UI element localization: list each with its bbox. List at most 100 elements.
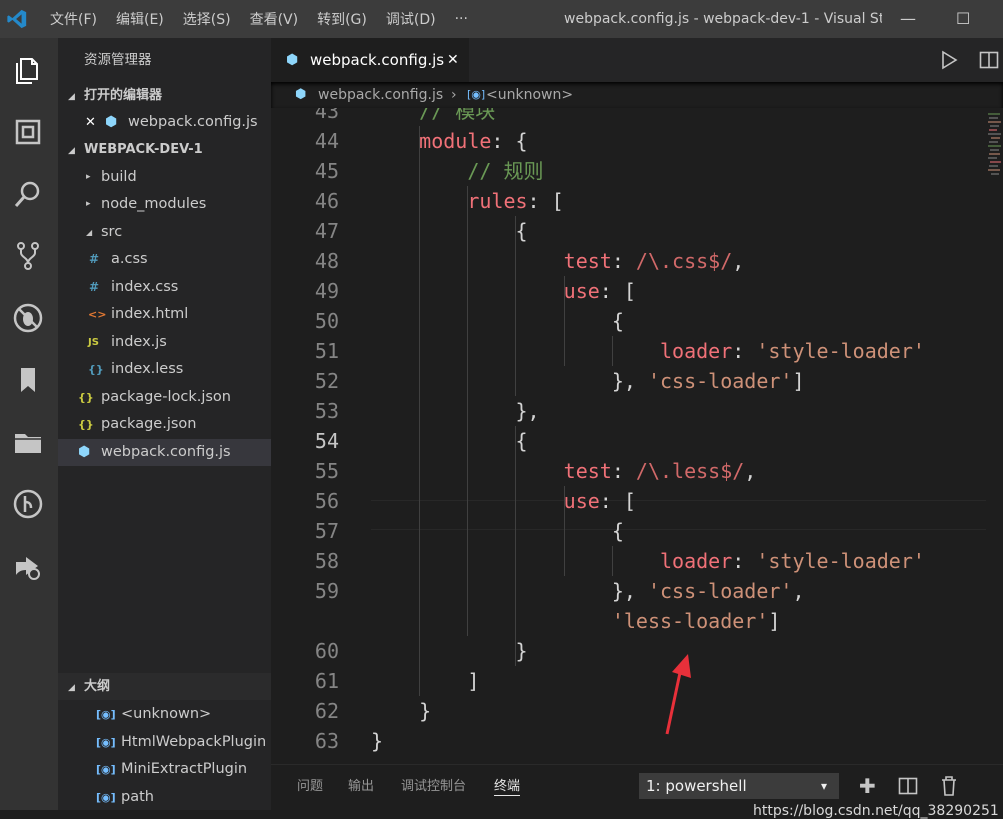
code-line[interactable]: 52 }, 'css-loader'] (271, 366, 986, 396)
chevron-down-icon: ▾ (821, 779, 828, 793)
code-text: ] (371, 669, 480, 693)
code-line[interactable]: 46 rules: [ (271, 186, 986, 216)
tree-item-node-modules[interactable]: ▸ node_modules (58, 191, 271, 218)
search-button[interactable] (8, 174, 48, 214)
code-line[interactable]: 45 // 规则 (271, 156, 986, 186)
menu-selection[interactable]: 选择(S) (183, 9, 231, 29)
code-text: test: /\.less$/, (563, 459, 757, 483)
code-line[interactable]: 54 { (271, 426, 986, 456)
menu-debug[interactable]: 调试(D) (386, 9, 436, 29)
tree-item-index-css[interactable]: # index.css (58, 274, 271, 301)
breadcrumb-file[interactable]: webpack.config.js (318, 82, 443, 108)
tree-item-label: index.html (111, 306, 189, 322)
code-line[interactable]: 55 test: /\.less$/, (271, 456, 986, 486)
code-line[interactable]: 47 { (271, 216, 986, 246)
line-number: 62 (314, 699, 339, 723)
line-number: 51 (314, 339, 339, 363)
close-icon[interactable]: ✕ (85, 109, 96, 136)
explorer-button[interactable] (8, 50, 48, 90)
json-file-icon: {} (78, 418, 94, 431)
code-line[interactable]: 53 }, (271, 396, 986, 426)
tree-item-build[interactable]: ▸ build (58, 164, 271, 191)
maximize-button[interactable]: ☐ (956, 0, 970, 38)
tree-item-package-json[interactable]: {} package.json (58, 411, 271, 438)
outline-item[interactable]: [◉] <unknown> (58, 701, 271, 728)
extensions-button[interactable] (8, 112, 48, 152)
explorer-sidebar: 资源管理器 ◢ 打开的编辑器 ✕ ⬢ webpack.config.js ◢ WEB… (58, 38, 271, 810)
code-line[interactable]: 57 { (271, 516, 986, 546)
line-number: 50 (314, 309, 339, 333)
vscode-logo-icon (7, 9, 27, 29)
split-editor-icon[interactable] (979, 50, 999, 70)
outline-item[interactable]: [◉] HtmlWebpackPlugin (58, 729, 271, 756)
code-line[interactable]: 50 { (271, 306, 986, 336)
tab-debug-console[interactable]: 调试控制台 (401, 765, 466, 809)
line-number: 55 (314, 459, 339, 483)
code-line[interactable]: 44 module: { (271, 126, 986, 156)
outline-header[interactable]: ◢ 大纲 (58, 673, 271, 700)
debug-button[interactable] (8, 298, 48, 338)
outline-item[interactable]: [◉] MiniExtractPlugin (58, 756, 271, 783)
project-header[interactable]: ◢ WEBPACK-DEV-1 (58, 136, 271, 163)
extensions-icon (15, 119, 41, 145)
line-number: 47 (314, 219, 339, 243)
code-line[interactable]: 48 test: /\.css$/, (271, 246, 986, 276)
menu-file[interactable]: 文件(F) (50, 9, 97, 29)
code-line[interactable]: 63} (271, 726, 986, 756)
close-icon[interactable]: ✕ (447, 38, 459, 82)
open-editors-header[interactable]: ◢ 打开的编辑器 (58, 82, 271, 109)
add-terminal-icon[interactable]: ✚ (859, 775, 881, 797)
code-line[interactable]: 'less-loader'] (271, 606, 986, 636)
tree-item-package-lock-json[interactable]: {} package-lock.json (58, 384, 271, 411)
indent-guide (419, 126, 421, 696)
bookmarks-button[interactable] (8, 360, 48, 400)
tree-item-label: package.json (101, 416, 197, 432)
code-line[interactable]: 56 use: [ (271, 486, 986, 516)
minimize-button[interactable]: — (900, 0, 916, 38)
source-control-button[interactable] (8, 236, 48, 276)
js-file-icon: JS (88, 337, 99, 348)
trash-icon[interactable] (939, 775, 959, 797)
outline-label: 大纲 (84, 679, 111, 694)
tree-item-index-js[interactable]: JS index.js (58, 329, 271, 356)
tree-item-label: index.js (111, 334, 167, 350)
line-number: 58 (314, 549, 339, 573)
menu-edit[interactable]: 编辑(E) (116, 9, 164, 29)
split-terminal-icon[interactable] (898, 776, 918, 796)
live-share-button[interactable] (8, 546, 48, 586)
code-line[interactable]: 59 }, 'css-loader', (271, 576, 986, 606)
tab-webpack-config[interactable]: ⬢ webpack.config.js ✕ (271, 38, 469, 82)
tree-item-src[interactable]: ◢ src (58, 219, 271, 246)
tab-output[interactable]: 输出 (348, 765, 374, 809)
code-line[interactable]: 58 loader: 'style-loader' (271, 546, 986, 576)
code-line[interactable]: 43 // 模块 (271, 108, 986, 126)
tab-problems[interactable]: 问题 (297, 765, 323, 809)
line-number: 44 (314, 129, 339, 153)
variable-symbol-icon: [◉] (96, 763, 116, 776)
tree-item-index-html[interactable]: <> index.html (58, 301, 271, 328)
menu-view[interactable]: 查看(V) (250, 9, 299, 29)
git-history-button[interactable] (8, 484, 48, 524)
tab-terminal[interactable]: 终端 (494, 765, 521, 796)
code-line[interactable]: 62 } (271, 696, 986, 726)
tree-item-a-css[interactable]: # a.css (58, 246, 271, 273)
code-line[interactable]: 61 ] (271, 666, 986, 696)
menu-go[interactable]: 转到(G) (317, 9, 367, 29)
run-icon[interactable] (939, 50, 959, 70)
code-editor[interactable]: 43 // 模块 44 module: {45 // 规则 46 rules: [4… (271, 108, 986, 802)
code-line[interactable]: 60 } (271, 636, 986, 666)
code-text: { (371, 519, 624, 543)
code-line[interactable]: 51 loader: 'style-loader' (271, 336, 986, 366)
open-editor-item[interactable]: ✕ ⬢ webpack.config.js (58, 109, 271, 136)
outline-item[interactable]: [◉] path (58, 784, 271, 811)
project-manager-button[interactable] (8, 422, 48, 462)
code-line[interactable]: 49 use: [ (271, 276, 986, 306)
chevron-right-icon: ▸ (86, 199, 91, 209)
code-text: test: /\.css$/, (563, 249, 745, 273)
menu-more[interactable]: ··· (455, 11, 468, 27)
breadcrumb-symbol[interactable]: <unknown> (486, 82, 573, 108)
tree-item-webpack-config[interactable]: ⬢ webpack.config.js (58, 439, 271, 466)
terminal-select[interactable]: 1: powershell ▾ (639, 773, 839, 799)
minimap[interactable] (986, 108, 1003, 798)
tree-item-index-less[interactable]: {} index.less (58, 356, 271, 383)
